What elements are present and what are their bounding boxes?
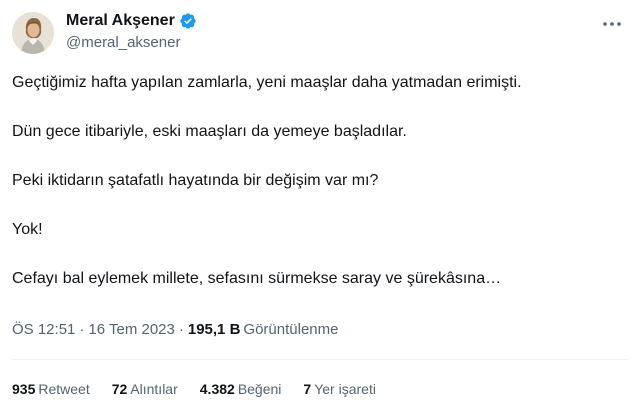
tweet-card: Meral Akşener @meral_aksener Geçtiğimiz …	[0, 0, 640, 413]
retweets-label: Retweet	[38, 381, 90, 397]
tweet-text: Geçtiğimiz hafta yapılan zamlarla, yeni …	[12, 72, 628, 317]
meta-separator: ·	[79, 321, 85, 338]
bookmarks-stat[interactable]: 7 Yer işareti	[303, 381, 376, 397]
retweets-count: 935	[12, 381, 36, 397]
tweet-paragraph: Peki iktidarın şatafatlı hayatında bir d…	[12, 172, 379, 189]
more-horizontal-icon	[603, 22, 621, 26]
likes-label: Beğeni	[237, 381, 282, 397]
avatar-portrait-icon	[12, 12, 54, 54]
views-label: Görüntülenme	[243, 321, 339, 338]
quotes-count: 72	[111, 381, 128, 397]
display-name-row: Meral Akşener	[66, 10, 197, 32]
avatar[interactable]	[12, 12, 54, 54]
tweet-date[interactable]: 16 Tem 2023	[88, 321, 174, 338]
tweet-paragraph: Geçtiğimiz hafta yapılan zamlarla, yeni …	[12, 74, 522, 91]
tweet-paragraph: Yok!	[12, 221, 43, 238]
divider	[12, 359, 628, 360]
bookmarks-label: Yer işareti	[314, 381, 376, 397]
tweet-paragraph: Cefayı bal eylemek millete, sefasını sür…	[12, 270, 502, 287]
verified-badge-icon	[179, 12, 197, 30]
quotes-label: Alıntılar	[130, 381, 178, 397]
author-handle[interactable]: @meral_aksener	[66, 34, 197, 51]
tweet-header: Meral Akşener @meral_aksener	[12, 10, 628, 56]
quotes-stat[interactable]: 72 Alıntılar	[112, 381, 178, 397]
bookmarks-count: 7	[303, 381, 312, 397]
tweet-stats: 935 Retweet 72 Alıntılar 4.382 Beğeni 7 Yer …	[12, 381, 398, 397]
author-name-block: Meral Akşener @meral_aksener	[66, 10, 197, 51]
likes-stat[interactable]: 4.382 Beğeni	[200, 381, 282, 397]
views-count: 195,1 B	[187, 321, 241, 338]
tweet-meta: ÖS 12:51 · 16 Tem 2023 · 195,1 B Görüntü…	[12, 321, 338, 338]
tweet-paragraph: Dün gece itibariyle, eski maaşları da ye…	[12, 123, 407, 140]
tweet-time[interactable]: ÖS 12:51	[12, 321, 75, 338]
likes-count: 4.382	[199, 381, 235, 397]
meta-separator: ·	[178, 321, 184, 338]
display-name[interactable]: Meral Akşener	[66, 12, 175, 30]
more-options-button[interactable]	[600, 12, 624, 36]
retweets-stat[interactable]: 935 Retweet	[12, 381, 90, 397]
